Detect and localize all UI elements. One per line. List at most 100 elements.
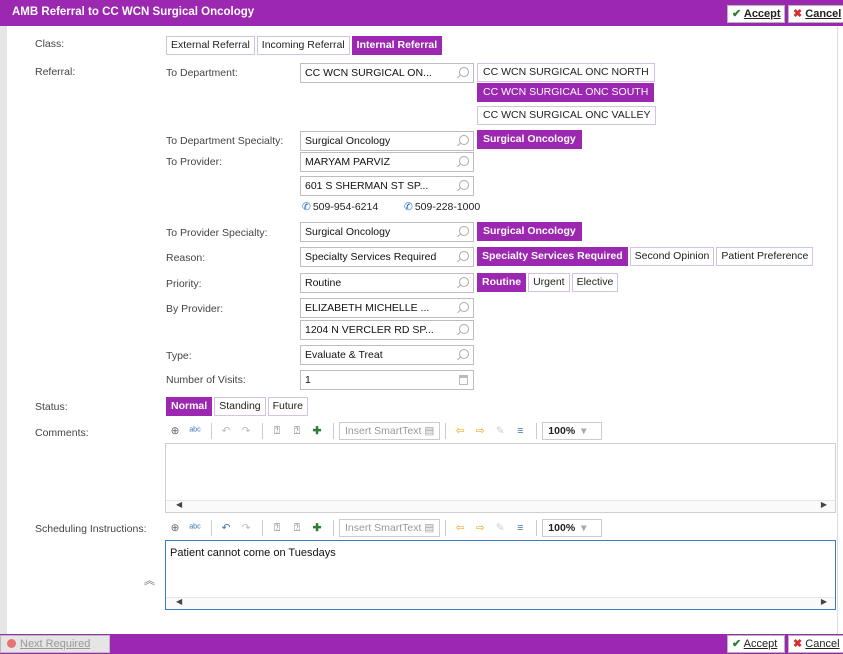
zoom-dropdown[interactable]: 100% ▾ xyxy=(542,422,603,440)
priority-option-elective[interactable]: Elective xyxy=(571,273,619,292)
accept-button[interactable]: ✔ Accept xyxy=(727,5,785,23)
window-title: AMB Referral to CC WCN Surgical Oncology xyxy=(12,6,255,18)
type-field[interactable]: Evaluate & Treat xyxy=(300,345,474,365)
smartlink-icon[interactable]: ⍰ xyxy=(288,522,306,535)
referral-label: Referral: xyxy=(35,66,76,78)
priority-option-urgent[interactable]: Urgent xyxy=(528,273,570,292)
to-provider-specialty-field[interactable]: Surgical Oncology xyxy=(300,222,474,242)
reason-option-second-opinion[interactable]: Second Opinion xyxy=(629,247,715,266)
reason-field[interactable]: Specialty Services Required xyxy=(300,247,474,267)
vertical-scrollbar[interactable] xyxy=(837,26,843,634)
reason-option-patient-preference[interactable]: Patient Preference xyxy=(716,247,814,266)
provider-phone-2[interactable]: ✆ 509-228-1000 xyxy=(404,201,480,213)
to-department-specialty-field[interactable]: Surgical Oncology xyxy=(300,131,474,151)
search-icon[interactable] xyxy=(459,67,469,77)
document-icon: ▤ xyxy=(424,425,435,437)
by-provider-address-field[interactable]: 1204 N VERCLER RD SP... xyxy=(300,320,474,340)
checkmark-icon: ✔ xyxy=(732,638,742,650)
phone-icon: ✆ xyxy=(404,201,413,213)
cancel-button-footer[interactable]: ✖ Cancel xyxy=(788,635,843,653)
phone-icon: ✆ xyxy=(302,201,311,213)
search-icon[interactable] xyxy=(459,277,469,287)
zoom-dropdown[interactable]: 100% ▾ xyxy=(542,519,603,537)
zoom-icon[interactable]: ⊕ xyxy=(166,522,184,534)
list-icon[interactable]: ≡ xyxy=(511,425,529,437)
scheduling-hscroll[interactable]: ◀ ▶ xyxy=(166,597,835,609)
arrow-right-icon[interactable]: ⇨ xyxy=(471,522,489,534)
checkmark-icon: ✔ xyxy=(732,8,742,20)
department-specialty-chip[interactable]: Surgical Oncology xyxy=(477,130,582,149)
redo-icon[interactable]: ↷ xyxy=(237,522,255,534)
comments-toolbar: ⊕ ᵃᵇᶜ ↶ ↷ ⍰ ⍰ ✚ Insert SmartText ▤ ⇦ ⇨ ✎… xyxy=(166,420,603,442)
search-icon[interactable] xyxy=(459,135,469,145)
smartlink-icon[interactable]: ⍰ xyxy=(288,425,306,438)
next-required-button[interactable]: Next Required xyxy=(0,635,110,653)
calculator-icon[interactable] xyxy=(459,375,468,385)
search-icon[interactable] xyxy=(459,302,469,312)
add-icon[interactable]: ✚ xyxy=(308,522,326,534)
to-department-field[interactable]: CC WCN SURGICAL ON... xyxy=(300,63,474,83)
to-provider-specialty-label: To Provider Specialty: xyxy=(166,227,268,239)
priority-options: Routine Urgent Elective xyxy=(477,273,620,292)
class-option-internal[interactable]: Internal Referral xyxy=(351,36,443,55)
insert-smarttext-button[interactable]: Insert SmartText ▤ xyxy=(339,422,441,440)
class-option-incoming[interactable]: Incoming Referral xyxy=(256,36,350,55)
visits-field[interactable]: 1 xyxy=(300,370,474,390)
erase-icon[interactable]: ✎ xyxy=(491,522,509,534)
document-icon: ▤ xyxy=(424,522,435,534)
priority-field[interactable]: Routine xyxy=(300,273,474,293)
cancel-button[interactable]: ✖ Cancel xyxy=(788,5,843,23)
zoom-icon[interactable]: ⊕ xyxy=(166,425,184,437)
search-icon[interactable] xyxy=(459,180,469,190)
arrow-left-icon[interactable]: ⇦ xyxy=(451,425,469,437)
status-option-future[interactable]: Future xyxy=(267,397,308,416)
insert-smarttext-button[interactable]: Insert SmartText ▤ xyxy=(339,519,441,537)
arrow-right-icon[interactable]: ⇨ xyxy=(471,425,489,437)
department-suggestion-valley[interactable]: CC WCN SURGICAL ONC VALLEY xyxy=(477,106,657,125)
undo-icon[interactable]: ↶ xyxy=(217,425,235,437)
priority-label: Priority: xyxy=(166,278,202,290)
comments-editor[interactable]: ◀ ▶ xyxy=(165,443,836,513)
class-option-external[interactable]: External Referral xyxy=(166,36,255,55)
reason-option-specialty[interactable]: Specialty Services Required xyxy=(477,247,628,266)
undo-icon[interactable]: ↶ xyxy=(217,522,235,534)
department-suggestion-south[interactable]: CC WCN SURGICAL ONC SOUTH xyxy=(477,83,655,102)
erase-icon[interactable]: ✎ xyxy=(491,425,509,437)
help-icon[interactable]: ⍰ xyxy=(268,522,286,535)
search-icon[interactable] xyxy=(459,324,469,334)
window-titlebar: AMB Referral to CC WCN Surgical Oncology… xyxy=(0,0,843,26)
to-provider-address-field[interactable]: 601 S SHERMAN ST SP... xyxy=(300,176,474,196)
search-icon[interactable] xyxy=(459,349,469,359)
collapse-icon[interactable]: ︽ xyxy=(144,572,155,588)
status-option-standing[interactable]: Standing xyxy=(214,397,266,416)
class-segmented-control: External Referral Incoming Referral Inte… xyxy=(166,36,444,55)
spellcheck-icon[interactable]: ᵃᵇᶜ xyxy=(186,425,204,437)
footer-bar: Next Required ✔ Accept ✖ Cancel xyxy=(0,634,843,654)
to-provider-field[interactable]: MARYAM PARVIZ xyxy=(300,152,474,172)
department-suggestion-north[interactable]: CC WCN SURGICAL ONC NORTH xyxy=(477,63,655,82)
add-icon[interactable]: ✚ xyxy=(308,425,326,437)
to-provider-label: To Provider: xyxy=(166,156,223,168)
search-icon[interactable] xyxy=(459,226,469,236)
accept-button-footer[interactable]: ✔ Accept xyxy=(727,635,785,653)
spellcheck-icon[interactable]: ᵃᵇᶜ xyxy=(186,522,204,534)
search-icon[interactable] xyxy=(459,251,469,261)
status-options: Normal Standing Future xyxy=(166,397,310,416)
priority-option-routine[interactable]: Routine xyxy=(477,273,527,292)
comments-label: Comments: xyxy=(35,427,89,439)
scheduling-toolbar: ⊕ ᵃᵇᶜ ↶ ↷ ⍰ ⍰ ✚ Insert SmartText ▤ ⇦ ⇨ ✎… xyxy=(166,517,603,539)
scheduling-editor[interactable]: Patient cannot come on Tuesdays ◀ ▶ xyxy=(165,540,836,610)
left-frame xyxy=(0,26,7,634)
comments-hscroll[interactable]: ◀ ▶ xyxy=(166,500,835,512)
close-icon: ✖ xyxy=(793,638,803,650)
redo-icon[interactable]: ↷ xyxy=(237,425,255,437)
reason-label: Reason: xyxy=(166,252,206,264)
help-icon[interactable]: ⍰ xyxy=(268,425,286,438)
by-provider-field[interactable]: ELIZABETH MICHELLE ... xyxy=(300,298,474,318)
provider-phone-1[interactable]: ✆ 509-954-6214 xyxy=(302,201,378,213)
provider-specialty-chip[interactable]: Surgical Oncology xyxy=(477,222,582,241)
status-option-normal[interactable]: Normal xyxy=(166,397,213,416)
search-icon[interactable] xyxy=(459,156,469,166)
arrow-left-icon[interactable]: ⇦ xyxy=(451,522,469,534)
list-icon[interactable]: ≡ xyxy=(511,522,529,534)
